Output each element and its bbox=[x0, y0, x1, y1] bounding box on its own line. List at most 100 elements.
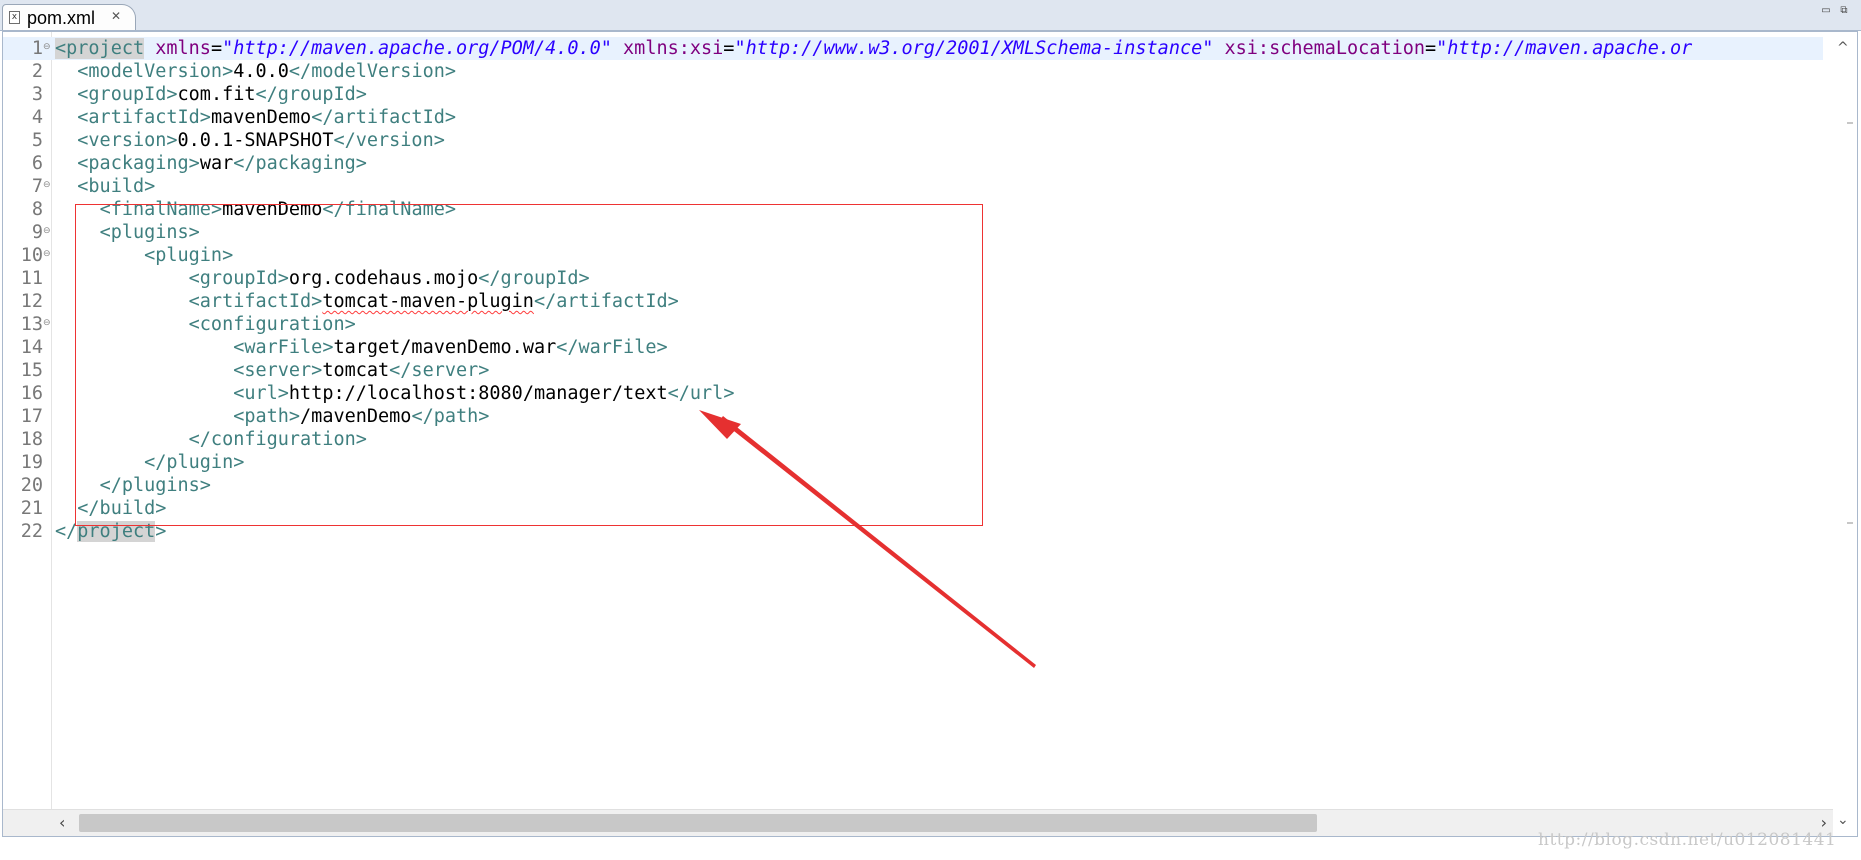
code-line[interactable]: 15 <server>tomcat</server> bbox=[3, 359, 1823, 382]
code-token: </modelVersion> bbox=[288, 61, 456, 82]
scroll-up-icon[interactable]: ^ bbox=[1837, 40, 1849, 56]
code-line[interactable]: 11 <groupId>org.codehaus.mojo</groupId> bbox=[3, 267, 1823, 290]
code-text: </plugins> bbox=[55, 474, 211, 497]
code-text: <groupId>com.fit</groupId> bbox=[55, 83, 367, 106]
scrollbar-thumb[interactable] bbox=[79, 814, 1317, 832]
close-icon[interactable]: ✕ bbox=[109, 9, 123, 23]
code-token: xmlns:xsi bbox=[611, 38, 724, 59]
code-text: <version>0.0.1-SNAPSHOT</version> bbox=[55, 129, 445, 152]
code-token: <warFile> bbox=[233, 337, 334, 358]
code-token: 0.0.1-SNAPSHOT bbox=[177, 130, 334, 151]
code-token: <plugin> bbox=[144, 245, 234, 266]
code-token: 4.0.0 bbox=[233, 61, 289, 82]
code-token: project bbox=[77, 521, 156, 542]
line-number: 4 bbox=[31, 107, 43, 128]
code-token: <groupId> bbox=[77, 84, 178, 105]
fold-toggle-icon[interactable]: ⊖ bbox=[43, 43, 51, 52]
code-line[interactable]: 4 <artifactId>mavenDemo</artifactId> bbox=[3, 106, 1823, 129]
code-token: xmlns bbox=[144, 38, 211, 59]
code-line[interactable]: 2 <modelVersion>4.0.0</modelVersion> bbox=[3, 60, 1823, 83]
code-token: <finalName> bbox=[99, 199, 223, 220]
line-number: 19 bbox=[20, 452, 43, 473]
code-text: <groupId>org.codehaus.mojo</groupId> bbox=[55, 267, 590, 290]
code-token: "http://maven.apache.org/POM/4.0.0" bbox=[222, 38, 612, 59]
scroll-down-icon[interactable]: ⌄ bbox=[1837, 812, 1849, 828]
code-line[interactable]: 16 <url>http://localhost:8080/manager/te… bbox=[3, 382, 1823, 405]
code-token: </warFile> bbox=[556, 337, 668, 358]
code-token: </ bbox=[55, 521, 78, 542]
line-number: 15 bbox=[20, 360, 43, 381]
code-text: <project xmlns="http://maven.apache.org/… bbox=[55, 37, 1692, 60]
maximize-icon[interactable]: ⧉ bbox=[1838, 6, 1850, 16]
code-line[interactable]: 20 </plugins> bbox=[3, 474, 1823, 497]
code-line[interactable]: 13 ⊖ <configuration> bbox=[3, 313, 1823, 336]
minimize-icon[interactable]: ▭ bbox=[1820, 6, 1832, 16]
code-line[interactable]: 5 <version>0.0.1-SNAPSHOT</version> bbox=[3, 129, 1823, 152]
code-token: </groupId> bbox=[478, 268, 590, 289]
code-line[interactable]: 14 <warFile>target/mavenDemo.war</warFil… bbox=[3, 336, 1823, 359]
code-token: <build> bbox=[77, 176, 156, 197]
code-token: </packaging> bbox=[233, 153, 367, 174]
code-token: </server> bbox=[389, 360, 490, 381]
code-text: <path>/mavenDemo</path> bbox=[55, 405, 489, 428]
code-token: xsi:schemaLocation bbox=[1213, 38, 1426, 59]
fold-toggle-icon[interactable]: ⊖ bbox=[43, 319, 51, 328]
line-number: 5 bbox=[31, 130, 43, 151]
overview-marker bbox=[1847, 122, 1853, 124]
code-token: <version> bbox=[77, 130, 178, 151]
line-number: 13 bbox=[20, 314, 43, 335]
code-text: <build> bbox=[55, 175, 155, 198]
code-token: </artifactId> bbox=[311, 107, 456, 128]
code-token: </configuration> bbox=[188, 429, 367, 450]
code-line[interactable]: 7 ⊖ <build> bbox=[3, 175, 1823, 198]
code-text: <warFile>target/mavenDemo.war</warFile> bbox=[55, 336, 668, 359]
code-text: <packaging>war</packaging> bbox=[55, 152, 367, 175]
code-line[interactable]: 19 </plugin> bbox=[3, 451, 1823, 474]
code-token: <artifactId> bbox=[77, 107, 211, 128]
code-line[interactable]: 3 <groupId>com.fit</groupId> bbox=[3, 83, 1823, 106]
vertical-scrollbar[interactable]: ^ ⌄ bbox=[1831, 32, 1857, 836]
code-text: </project> bbox=[55, 520, 166, 543]
code-line[interactable]: 12 <artifactId>tomcat-maven-plugin</arti… bbox=[3, 290, 1823, 313]
code-token: < bbox=[55, 38, 67, 59]
code-line[interactable]: 22 </project> bbox=[3, 520, 1823, 543]
code-token: = bbox=[210, 38, 223, 59]
line-number: 14 bbox=[20, 337, 43, 358]
fold-toggle-icon[interactable]: ⊖ bbox=[43, 250, 51, 259]
line-number: 1 bbox=[31, 38, 43, 59]
code-token: org.codehaus.mojo bbox=[288, 268, 479, 289]
code-line[interactable]: 18 </configuration> bbox=[3, 428, 1823, 451]
code-text: <plugin> bbox=[55, 244, 233, 267]
line-number: 11 bbox=[20, 268, 43, 289]
code-token: tomcat-maven-plugin bbox=[322, 291, 534, 312]
fold-toggle-icon[interactable]: ⊖ bbox=[43, 181, 51, 190]
code-token: project bbox=[66, 38, 145, 59]
code-text: <url>http://localhost:8080/manager/text<… bbox=[55, 382, 734, 405]
xml-file-icon: x bbox=[9, 11, 20, 24]
line-number: 9 bbox=[31, 222, 43, 243]
code-text: <configuration> bbox=[55, 313, 356, 336]
line-number: 18 bbox=[20, 429, 43, 450]
code-token: = bbox=[1425, 38, 1437, 59]
code-token: > bbox=[155, 521, 167, 542]
line-number: 22 bbox=[20, 521, 43, 542]
code-text: <finalName>mavenDemo</finalName> bbox=[55, 198, 456, 221]
code-line[interactable]: 21 </build> bbox=[3, 497, 1823, 520]
xml-editor[interactable]: 1 ⊖ <project xmlns="http://maven.apache.or… bbox=[2, 31, 1858, 837]
code-line[interactable]: 9 ⊖ <plugins> bbox=[3, 221, 1823, 244]
code-token: target/mavenDemo.war bbox=[333, 337, 557, 358]
line-number: 17 bbox=[20, 406, 43, 427]
code-token: </path> bbox=[411, 406, 490, 427]
code-line[interactable]: 10 ⊖ <plugin> bbox=[3, 244, 1823, 267]
code-line[interactable]: 6 <packaging>war</packaging> bbox=[3, 152, 1823, 175]
scroll-left-icon[interactable]: ‹ bbox=[59, 813, 65, 832]
editor-tab-bar: x pom.xml ✕ ▭ ⧉ bbox=[0, 0, 1861, 31]
code-line[interactable]: 8 <finalName>mavenDemo</finalName> bbox=[3, 198, 1823, 221]
line-number: 3 bbox=[31, 84, 43, 105]
tab-pom-xml[interactable]: x pom.xml ✕ bbox=[2, 4, 136, 30]
code-line[interactable]: 1 ⊖ <project xmlns="http://maven.apache.or… bbox=[3, 37, 1823, 60]
code-token: <path> bbox=[233, 406, 301, 427]
line-number: 8 bbox=[31, 199, 43, 220]
code-line[interactable]: 17 <path>/mavenDemo</path> bbox=[3, 405, 1823, 428]
fold-toggle-icon[interactable]: ⊖ bbox=[43, 227, 51, 236]
